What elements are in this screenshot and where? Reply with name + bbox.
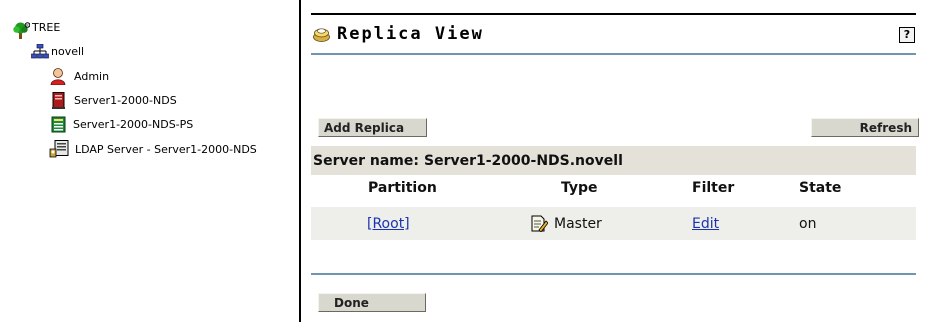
tree-icon: R (13, 22, 30, 39)
server-icon (52, 92, 65, 109)
tree-pane: R TREE novell Admin Server1-2000-NDS Ser… (0, 0, 300, 322)
refresh-button[interactable]: Refresh (811, 118, 919, 137)
tree-item-server[interactable]: Server1-2000-NDS (52, 92, 177, 109)
tree-item-label: Server1-2000-NDS-PS (73, 118, 194, 131)
type-value: Master (554, 215, 602, 232)
organization-icon (31, 44, 49, 59)
tree-node-novell[interactable]: novell (31, 44, 84, 59)
tree-root-label: TREE (32, 21, 61, 34)
bottom-rule (311, 273, 916, 275)
filter-cell: Edit (692, 207, 719, 240)
ldap-server-icon (49, 140, 69, 158)
column-header-state: State (799, 180, 842, 196)
replica-icon (313, 27, 330, 42)
state-cell: on (799, 207, 816, 240)
done-button[interactable]: Done (318, 293, 426, 312)
user-icon (50, 68, 66, 85)
help-button[interactable]: ? (899, 27, 915, 43)
server-name-bar: Server name: Server1-2000-NDS.novell (311, 146, 916, 175)
partition-cell: [Root] (367, 207, 410, 240)
tree-item-admin[interactable]: Admin (50, 68, 109, 85)
tree-item-print-server[interactable]: Server1-2000-NDS-PS (50, 116, 193, 133)
master-replica-icon (531, 215, 548, 232)
top-rule (311, 13, 916, 15)
tree-item-ldap-server[interactable]: LDAP Server - Server1-2000-NDS (49, 140, 257, 158)
filter-edit-link[interactable]: Edit (692, 216, 719, 232)
tree-item-label: LDAP Server - Server1-2000-NDS (75, 142, 257, 156)
page-title-text: Replica View (337, 24, 484, 44)
type-cell: Master (530, 207, 602, 240)
column-header-type: Type (561, 180, 598, 196)
state-value: on (799, 215, 817, 232)
tree-item-label: Admin (74, 70, 110, 83)
tree-org-label: novell (51, 45, 85, 58)
column-header-filter: Filter (692, 180, 735, 196)
table-row: [Root] Master Edit on (311, 207, 916, 240)
server-name-value: Server1-2000-NDS.novell (423, 152, 623, 169)
page-title: Replica View (313, 24, 484, 44)
tree-item-label: Server1-2000-NDS (74, 94, 177, 107)
server-name-label: Server name: (313, 152, 419, 169)
add-replica-button[interactable]: Add Replica (318, 118, 427, 137)
partition-link[interactable]: [Root] (367, 216, 410, 232)
header-rule (311, 53, 916, 55)
tree-node-root[interactable]: R TREE (12, 21, 61, 39)
print-server-icon (51, 116, 66, 133)
column-header-partition: Partition (368, 180, 437, 196)
replica-view-panel: Replica View ? Add Replica Refresh Serve… (301, 0, 926, 322)
